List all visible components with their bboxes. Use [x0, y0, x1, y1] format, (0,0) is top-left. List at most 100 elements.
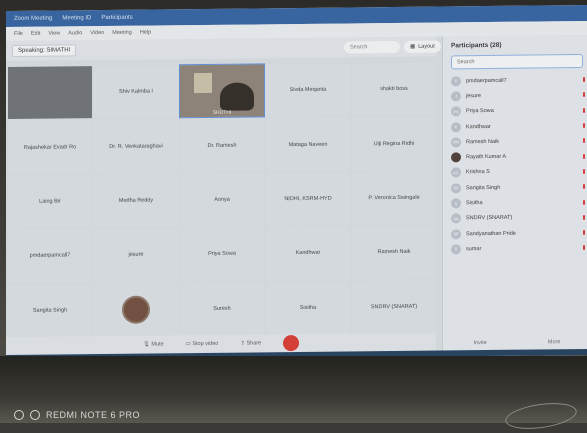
participant-row[interactable]: SN SNDRV (SNARAT) — [443, 210, 587, 227]
video-button[interactable]: ▭ Stop video — [186, 341, 219, 347]
video-tile[interactable]: NIDHI, KSRM-HYD — [266, 172, 350, 226]
avatar: S — [451, 198, 461, 209]
avatar — [122, 295, 150, 324]
tile-name: Ramesh Naik — [377, 249, 411, 256]
video-tile[interactable] — [94, 282, 178, 337]
video-tile[interactable]: Priya Sowa — [180, 227, 264, 281]
video-tile[interactable]: Dr. Ramesh — [180, 118, 264, 173]
muted-mic-icon — [583, 214, 585, 220]
muted-mic-icon — [583, 123, 585, 129]
video-tile[interactable]: Medha Reddy — [94, 174, 178, 228]
microphone-icon: 🎙 — [142, 341, 150, 348]
video-tile[interactable]: Rajashekar Evadr Ro — [8, 120, 92, 174]
tile-name: Sisitha — [299, 304, 317, 311]
search-input[interactable]: Search — [344, 40, 400, 54]
tile-name: Medha Reddy — [118, 197, 154, 204]
participant-row[interactable]: Rayath Kumar A — [443, 148, 587, 165]
participant-row[interactable]: Ppmdaerpamcall7 — [443, 72, 587, 89]
participant-name: Kandhwar — [466, 123, 491, 130]
video-tile[interactable]: Dr. R. Venkataraghavi — [94, 119, 178, 173]
participant-name: SNDRV (SNARAT) — [466, 215, 513, 222]
tile-name: Shiv Kalmba I — [119, 88, 153, 96]
mute-button[interactable]: 🎙 Mute — [143, 341, 164, 347]
tile-name: jesure — [128, 252, 144, 259]
tile-name: shakti boss — [380, 86, 408, 93]
muted-mic-icon — [583, 184, 585, 190]
tile-name: NIDHI, KSRM-HYD — [284, 195, 332, 203]
participant-name: Sandyanathan Pride — [466, 230, 516, 237]
participants-search[interactable]: Search — [451, 54, 583, 70]
panel-footer: Invite More — [443, 339, 587, 347]
participant-name: jesure — [466, 93, 481, 100]
tile-name: Suresh — [213, 305, 231, 312]
muted-mic-icon — [583, 107, 585, 113]
participant-name: Rayath Kumar A — [466, 153, 507, 161]
video-tile[interactable]: shakti boss — [352, 62, 436, 116]
share-button[interactable]: ⇪ Share — [240, 340, 261, 346]
tile-name: Laing Bir — [39, 198, 61, 205]
participant-row[interactable]: K Kandhwar — [443, 118, 587, 135]
participant-row[interactable]: S Sisitha — [443, 194, 587, 211]
video-tile[interactable]: Suresh — [180, 281, 264, 336]
participant-name: Ramesh Naik — [466, 138, 500, 146]
avatar: SN — [451, 213, 461, 224]
participant-row[interactable]: RN Ramesh Naik — [443, 133, 587, 150]
muted-mic-icon — [583, 199, 585, 205]
video-tile[interactable]: Uiji Regina Ridhi — [352, 116, 436, 171]
participant-row[interactable]: SP Sandyanathan Pride — [443, 225, 587, 242]
video-tile[interactable]: Mataga Naveen — [266, 117, 350, 172]
muted-mic-icon — [583, 230, 585, 236]
speaking-indicator: Speaking: SIMATHI — [12, 44, 77, 57]
tile-name: Aonya — [214, 196, 230, 203]
participant-row[interactable]: Ssumar — [443, 240, 587, 257]
muted-mic-icon — [583, 92, 585, 98]
participant-row[interactable]: SS Sangita Singh — [443, 179, 587, 196]
monitor-screen: Zoom Meeting Meeting ID Participants File E… — [6, 4, 587, 362]
video-tile[interactable]: Shiv Kalmba I — [94, 65, 178, 119]
tile-name: pmdaerpamcall7 — [29, 252, 71, 260]
camera-dot-icon — [14, 410, 24, 420]
video-tile[interactable]: Sivda Meqanta — [266, 63, 350, 117]
video-tile[interactable]: P. Veronica Swingale — [352, 171, 436, 225]
video-tile[interactable]: Kandhwar — [266, 226, 350, 280]
camera-dot-icon — [30, 410, 40, 420]
video-tile[interactable]: SNDRV (SNARAT) — [352, 280, 436, 334]
video-tile[interactable] — [8, 66, 92, 120]
invite-button[interactable]: Invite — [474, 340, 487, 346]
participant-row[interactable]: Jjesure — [443, 87, 587, 104]
participants-title: Participants (28) — [451, 41, 502, 50]
leave-button[interactable] — [283, 334, 300, 352]
tile-name: Sangita Singh — [32, 307, 68, 314]
participant-name: Priya Sowa — [466, 108, 494, 115]
avatar: J — [451, 91, 461, 102]
avatar: KS — [451, 167, 461, 178]
video-tile[interactable]: jesure — [94, 228, 178, 282]
video-tile[interactable]: Aonya — [180, 173, 264, 227]
tile-name: Dr. R. Venkataraghavi — [109, 143, 163, 150]
layout-button[interactable]: ▦ Layout — [404, 40, 441, 53]
share-icon: ⇪ — [240, 340, 245, 347]
grid-icon: ▦ — [410, 43, 416, 50]
tile-name: SHUTHI — [212, 110, 232, 117]
more-button[interactable]: More — [548, 339, 561, 345]
video-tile[interactable]: Ramesh Naik — [352, 225, 436, 280]
participant-row[interactable]: PS Priya Sowa — [443, 103, 587, 120]
video-tile[interactable]: Laing Bir — [8, 174, 92, 229]
video-tile[interactable]: Sisitha — [266, 281, 350, 335]
tile-name: Rajashekar Evadr Ro — [23, 143, 77, 151]
muted-mic-icon — [583, 168, 585, 174]
camera-watermark: REDMI NOTE 6 PRO — [14, 410, 140, 420]
participant-name: Krishna S — [466, 169, 490, 176]
muted-mic-icon — [583, 77, 585, 83]
avatar: SP — [451, 228, 461, 240]
participant-row[interactable]: KS Krishna S — [443, 164, 587, 181]
participant-video — [220, 82, 254, 112]
participant-name: Sisitha — [466, 200, 483, 207]
meeting-topbar: Speaking: SIMATHI Search ▦ Layout — [6, 36, 441, 62]
video-tile[interactable]: SHUTHI — [179, 63, 265, 119]
participants-list: Ppmdaerpamcall7 Jjesure PS Priya Sowa K Kandh… — [443, 72, 587, 257]
muted-mic-icon — [583, 245, 585, 251]
video-tile[interactable]: Sangita Singh — [8, 283, 92, 338]
avatar: PS — [451, 106, 461, 117]
video-tile[interactable]: pmdaerpamcall7 — [8, 229, 92, 283]
